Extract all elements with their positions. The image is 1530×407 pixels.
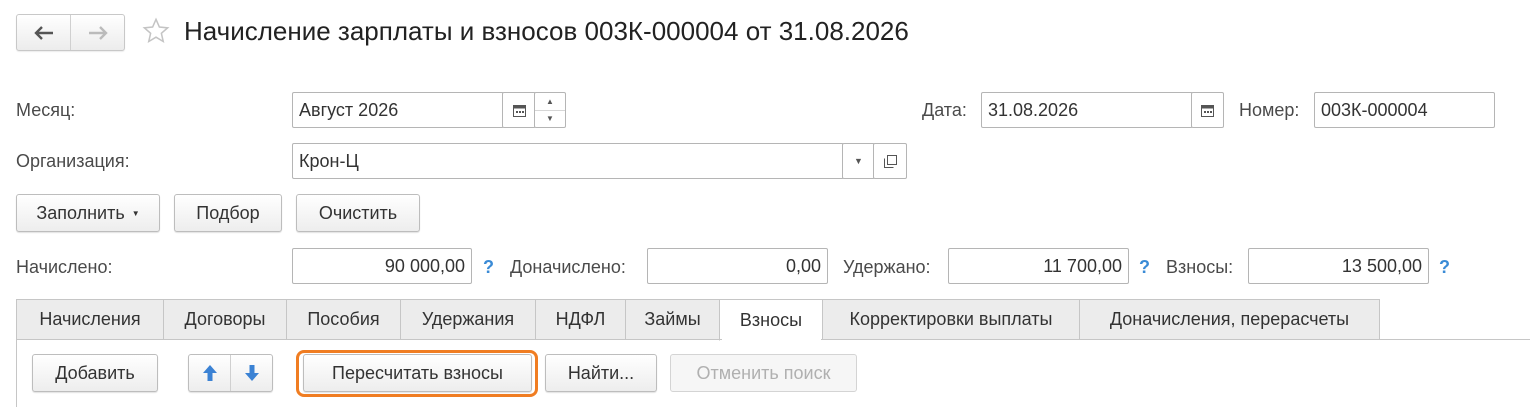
additional-value: 0,00 xyxy=(647,248,828,284)
tab-contributions[interactable]: Взносы xyxy=(719,299,822,341)
clear-button[interactable]: Очистить xyxy=(296,194,420,232)
withheld-help-icon[interactable]: ? xyxy=(1139,257,1150,278)
accrued-help-icon[interactable]: ? xyxy=(483,257,494,278)
find-button[interactable]: Найти... xyxy=(545,354,657,392)
date-label: Дата: xyxy=(922,100,967,120)
month-input[interactable]: Август 2026 xyxy=(292,92,504,128)
arrow-left-icon xyxy=(33,25,53,40)
organization-open-button[interactable] xyxy=(873,143,907,179)
tab-loans[interactable]: Займы xyxy=(625,299,719,340)
contributions-value: 13 500,00 xyxy=(1248,248,1429,284)
tab-panel-border xyxy=(16,339,17,407)
chevron-down-icon: ▼ xyxy=(131,208,140,218)
number-input[interactable]: 003К-000004 xyxy=(1314,92,1495,128)
month-spinner[interactable]: ▲ ▼ xyxy=(534,92,566,128)
contributions-help-icon[interactable]: ? xyxy=(1439,257,1450,278)
withheld-value: 11 700,00 xyxy=(948,248,1129,284)
navigation-buttons xyxy=(16,14,125,51)
favorite-button[interactable] xyxy=(142,17,170,50)
withheld-label: Удержано: xyxy=(843,257,931,277)
cancel-search-button[interactable]: Отменить поиск xyxy=(670,354,857,392)
chevron-up-icon[interactable]: ▲ xyxy=(535,93,565,110)
tab-divider xyxy=(16,339,722,340)
organization-dropdown-button[interactable]: ▼ xyxy=(842,143,875,179)
arrow-down-icon xyxy=(244,365,259,381)
organization-input[interactable]: Крон-Ц xyxy=(292,143,844,179)
star-icon xyxy=(142,17,170,44)
chevron-down-icon[interactable]: ▼ xyxy=(535,109,565,128)
move-up-button[interactable] xyxy=(189,355,230,391)
page-title: Начисление зарплаты и взносов 003К-00000… xyxy=(184,16,909,46)
date-input[interactable]: 31.08.2026 xyxy=(981,92,1193,128)
back-button[interactable] xyxy=(17,15,70,50)
tab-bar: Начисления Договоры Пособия Удержания НД… xyxy=(16,299,1380,341)
calendar-icon xyxy=(1201,104,1214,117)
accrued-label: Начислено: xyxy=(16,257,113,277)
open-window-icon xyxy=(883,154,897,168)
chevron-down-icon: ▼ xyxy=(854,156,863,166)
tab-accruals[interactable]: Начисления xyxy=(16,299,163,340)
contributions-label: Взносы: xyxy=(1166,257,1234,277)
move-buttons xyxy=(188,354,273,392)
month-label: Месяц: xyxy=(16,100,76,120)
fill-button-label: Заполнить xyxy=(36,202,125,223)
fill-button[interactable]: Заполнить ▼ xyxy=(16,194,160,232)
tab-payment-corrections[interactable]: Корректировки выплаты xyxy=(822,299,1079,340)
add-button[interactable]: Добавить xyxy=(32,354,158,392)
calendar-icon xyxy=(512,104,526,117)
month-calendar-button[interactable] xyxy=(502,92,536,128)
move-down-button[interactable] xyxy=(230,355,272,391)
tab-deductions[interactable]: Удержания xyxy=(400,299,535,340)
accrued-value: 90 000,00 xyxy=(292,248,472,284)
tab-contracts[interactable]: Договоры xyxy=(163,299,286,340)
highlight-frame xyxy=(296,350,538,397)
pick-button[interactable]: Подбор xyxy=(174,194,282,232)
arrow-right-icon xyxy=(88,25,108,40)
tab-divider xyxy=(821,339,1530,340)
forward-button[interactable] xyxy=(70,15,124,50)
tab-benefits[interactable]: Пособия xyxy=(286,299,400,340)
arrow-up-icon xyxy=(202,365,217,381)
additional-label: Доначислено: xyxy=(510,257,626,277)
organization-label: Организация: xyxy=(16,151,130,171)
date-calendar-button[interactable] xyxy=(1191,92,1224,128)
number-label: Номер: xyxy=(1239,100,1300,120)
tab-ndfl[interactable]: НДФЛ xyxy=(535,299,625,340)
tab-recalculations[interactable]: Доначисления, перерасчеты xyxy=(1079,299,1380,340)
